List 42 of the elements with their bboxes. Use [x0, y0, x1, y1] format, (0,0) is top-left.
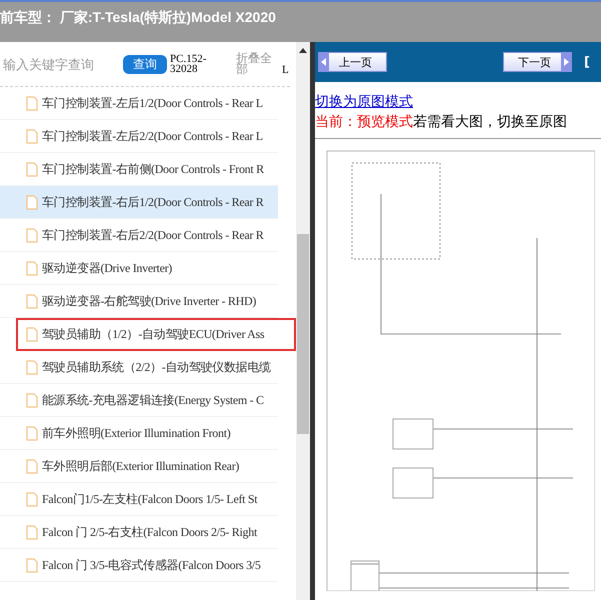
header-link[interactable]: [: [584, 54, 590, 70]
document-icon: [26, 194, 38, 210]
scrollbar-thumb[interactable]: [297, 234, 309, 434]
previous-page-button[interactable]: 上一页: [318, 52, 387, 72]
document-icon: [26, 524, 38, 540]
document-icon: [26, 558, 38, 572]
tree-item[interactable]: 车门控制装置-左后1/2(Door Controls - Rear L: [0, 87, 278, 120]
tree-item[interactable]: 车门控制装置-左后2/2(Door Controls - Rear L: [0, 120, 278, 153]
tree-item[interactable]: 车门控制装置-右后1/2(Door Controls - Rear R: [0, 186, 278, 219]
document-icon: [26, 162, 38, 176]
tree-item[interactable]: 驾驶员辅助（1/2）-自动驾驶ECU(Driver Ass: [16, 318, 296, 351]
tree-item[interactable]: Falcon 门 2/5-右支柱(Falcon Doors 2/5- Right: [0, 516, 278, 549]
tree-item[interactable]: 驱动逆变器(Drive Inverter): [0, 252, 278, 285]
tree-item[interactable]: 能源系统-充电器逻辑连接(Energy System - C: [0, 384, 278, 417]
tree-item[interactable]: 驾驶员辅助系统（2/2）-自动驾驶仪数据电缆: [0, 351, 278, 384]
mode-switch-link[interactable]: 切换为原图模式: [315, 94, 413, 110]
document-icon: [26, 228, 38, 242]
document-icon: [26, 96, 38, 110]
search-button[interactable]: 查询: [123, 54, 167, 74]
toolbar-text: L: [282, 64, 289, 76]
next-page-button[interactable]: 下一页: [503, 52, 572, 72]
tree-item[interactable]: 车门控制装置-右后2/2(Door Controls - Rear R: [0, 219, 278, 252]
mode-status-text: 当前：预览模式: [315, 114, 413, 130]
scroll-up-icon[interactable]: [299, 48, 307, 53]
document-icon: [26, 392, 38, 408]
document-icon: [26, 426, 38, 440]
document-icon: [26, 326, 38, 342]
document-icon: [26, 492, 38, 506]
mode-hint-text: 若需看大图，切换至原图: [413, 114, 567, 130]
tree-item[interactable]: Falcon门1/5-左支柱(Falcon Doors 1/5- Left St: [0, 483, 278, 516]
tree-item[interactable]: Falcon 门 3/5-电容式传感器(Falcon Doors 3/5: [0, 549, 278, 582]
tree-item[interactable]: 前车外照明(Exterior Illumination Front): [0, 417, 278, 450]
document-icon: [26, 128, 38, 144]
document-icon: [26, 294, 38, 308]
code-text: PC.152-32028: [170, 54, 208, 74]
tree-item[interactable]: 驱动逆变器-右舵驾驶(Drive Inverter - RHD): [0, 285, 278, 318]
document-icon: [26, 458, 38, 474]
scrollbar[interactable]: [296, 42, 310, 600]
tree-item[interactable]: 车外照明后部(Exterior Illumination Rear): [0, 450, 278, 483]
document-icon: [26, 360, 38, 374]
window-title: 前车型： 厂家:T-Tesla(特斯拉)Model X2020: [0, 9, 276, 27]
document-icon: [26, 260, 38, 276]
